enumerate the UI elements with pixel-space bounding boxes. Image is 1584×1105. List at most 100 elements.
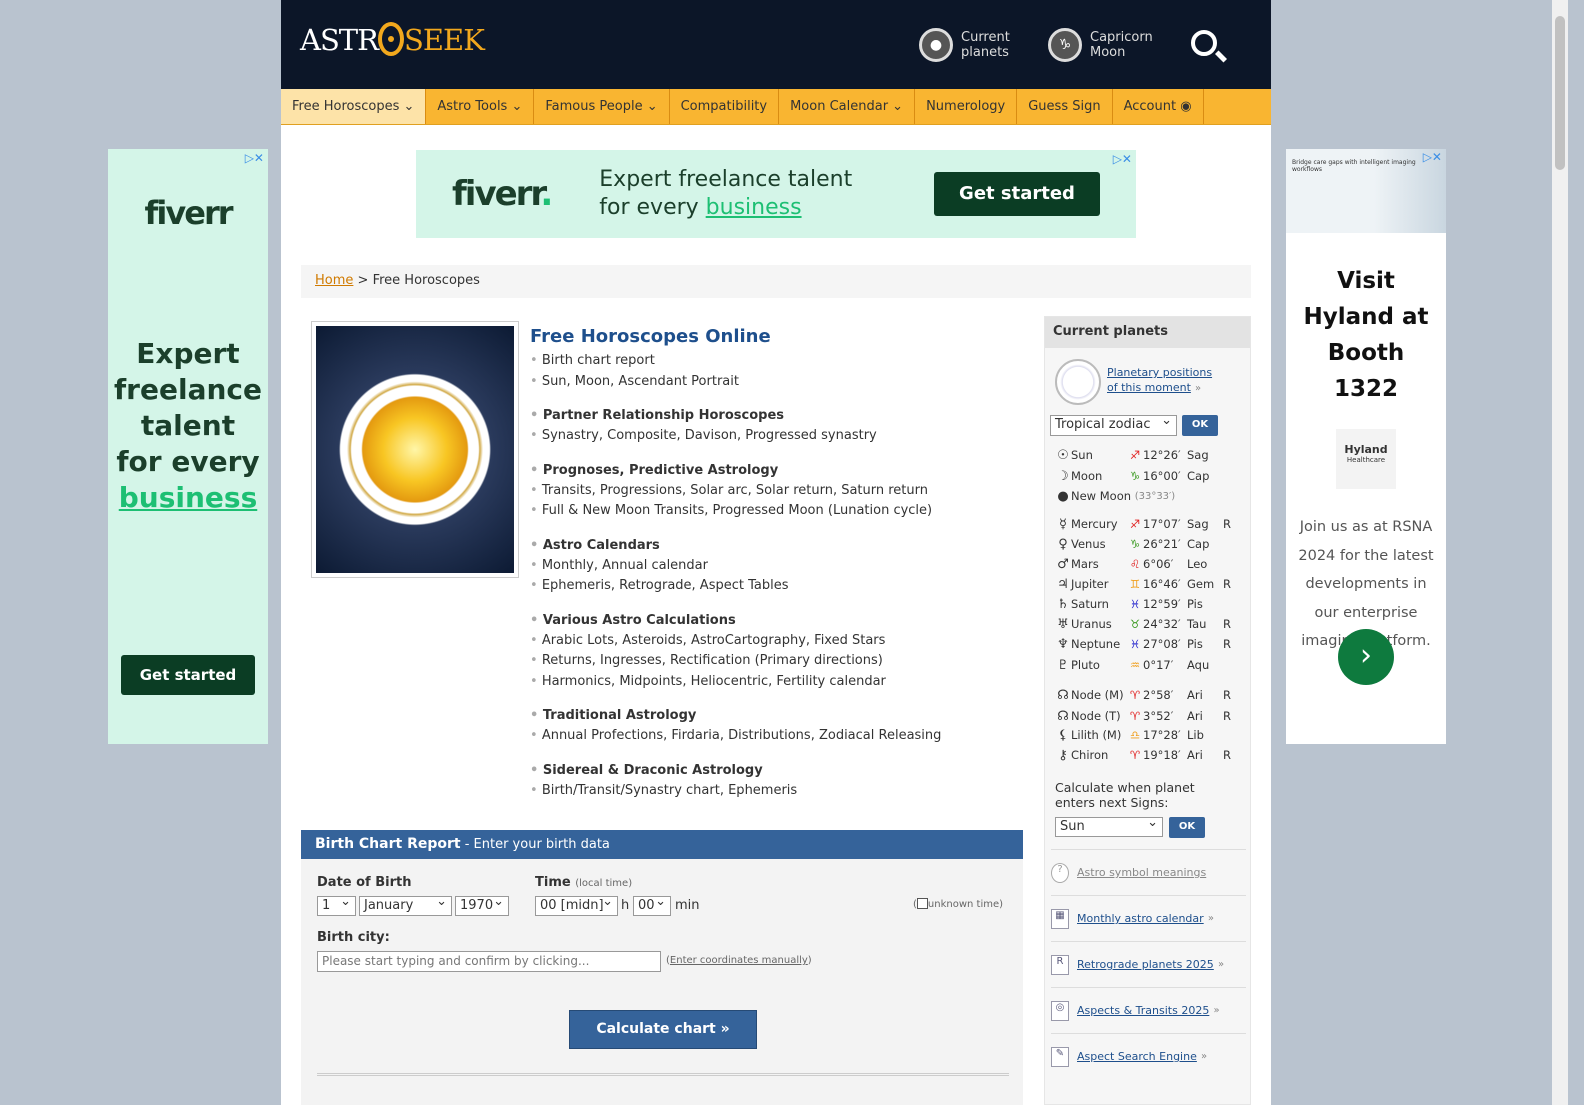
divider [317,1073,1009,1076]
month-select[interactable]: January [359,894,452,916]
planet-row: ♆ Neptune ♓ 27°08′ Pis R [1055,634,1245,654]
group-heading[interactable]: Astro Calendars [530,536,1010,556]
nav-guess-sign[interactable]: Guess Sign [1017,89,1113,124]
horoscope-group: Various Astro CalculationsArabic Lots, A… [530,611,1010,693]
horoscope-list: Free Horoscopes Online Birth chart repor… [530,326,1010,815]
account-icon: ◉ [1180,99,1192,114]
zodiac-ok-button[interactable]: OK [1182,415,1218,436]
fiverr-logo: fiverr. [452,174,553,214]
capricorn-icon: ♑ [1048,28,1082,62]
planet-glyph-icon: ☿ [1059,516,1067,532]
sidebar-link-icon: ◎ [1051,1000,1069,1021]
nav-free-horoscopes[interactable]: Free Horoscopes ⌄ [281,89,427,124]
sidebar-link[interactable]: ◎ Aspects & Transits 2025 » [1051,987,1246,1033]
sidebar-link[interactable]: ▦ Monthly astro calendar » [1051,895,1246,941]
header: ASTR SEEK ● Current planets ♑ Capricorn Moon [281,0,1271,89]
day-select[interactable]: 1 [317,894,356,916]
group-heading[interactable]: Traditional Astrology [530,706,1010,726]
horoscope-group: Traditional AstrologyAnnual Profections,… [530,706,1010,747]
horoscope-link[interactable]: Birth/Transit/Synastry chart, Ephemeris [530,781,1010,802]
nav-astro-tools[interactable]: Astro Tools ⌄ [426,89,535,124]
capricorn-moon-link[interactable]: ♑ Capricorn Moon [1048,28,1153,62]
horoscope-link[interactable]: Sun, Moon, Ascendant Portrait [530,372,1010,393]
sidebar-link[interactable]: ? Astro symbol meanings [1051,849,1246,895]
horoscope-group: Sidereal & Draconic AstrologyBirth/Trans… [530,761,1010,802]
horoscope-link[interactable]: Synastry, Composite, Davison, Progressed… [530,426,1010,447]
logo[interactable]: ASTR SEEK [300,22,485,57]
breadcrumb-home[interactable]: Home [315,273,353,288]
hyland-logo: Hyland Healthcare [1336,429,1396,489]
zodiac-sign-icon: ♎ [1129,728,1141,742]
planet-row: ♀ Venus ♑ 26°21′ Cap [1055,534,1245,554]
left-ad[interactable]: ▷✕ fiverr Expert freelance talent for every… [108,149,268,744]
planet-row: ♃ Jupiter ♊ 16°46′ Gem R [1055,574,1245,594]
ad-close-icon[interactable]: ▷✕ [1423,150,1442,164]
retrograde-flag: R [1223,577,1231,591]
year-select[interactable]: 1970 [455,894,509,916]
breadcrumb: Home > Free Horoscopes [301,265,1251,298]
horoscope-link[interactable]: Birth chart report [530,351,1010,372]
right-ad[interactable]: Bridge care gaps with intelligent imagin… [1286,149,1446,744]
chevron-right-icon[interactable]: › [1338,629,1394,685]
horoscope-link[interactable]: Ephemeris, Retrograde, Aspect Tables [530,576,1010,597]
horoscope-link[interactable]: Monthly, Annual calendar [530,556,1010,577]
nav-numerology[interactable]: Numerology [915,89,1018,124]
left-ad-get-started-button[interactable]: Get started [121,655,255,695]
current-planets-link[interactable]: ● Current planets [919,28,1010,62]
enter-coordinates-link[interactable]: Enter coordinates manually [670,955,808,966]
zodiac-sign-icon: ♑ [1129,469,1141,483]
horoscope-link[interactable]: Harmonics, Midpoints, Heliocentric, Fert… [530,672,1010,693]
zodiac-sign-icon: ♈ [1129,688,1141,702]
next-sign-ok-button[interactable]: OK [1169,817,1205,838]
planet-glyph-icon: ♂ [1057,556,1069,572]
horoscope-link[interactable]: Returns, Ingresses, Rectification (Prima… [530,651,1010,672]
current-planets-panel: Current planets Planetary positions of th… [1044,316,1251,1105]
sidebar-link[interactable]: R Retrograde planets 2025 » [1051,941,1246,987]
planet-glyph-icon: ♃ [1057,576,1069,592]
nav-account[interactable]: Account ◉ [1113,89,1204,124]
birth-city-input[interactable]: Please start typing and confirm by click… [317,951,661,972]
ad-close-icon[interactable]: ▷✕ [245,151,264,165]
next-sign-planet-select[interactable]: Sun [1055,815,1163,837]
zodiac-sign-icon: ♉ [1129,617,1141,631]
scrollbar-thumb[interactable] [1555,16,1565,170]
ad-get-started-button[interactable]: Get started [934,172,1100,216]
logo-eye-icon [378,22,404,56]
planet-glyph-icon: ⚷ [1058,747,1068,763]
page: ASTR SEEK ● Current planets ♑ Capricorn Moon … [281,0,1271,1105]
planet-row: ☿ Mercury ♐ 17°07′ Sag R [1055,514,1245,534]
planet-glyph-icon: ☽ [1057,468,1069,484]
nav-moon-calendar[interactable]: Moon Calendar ⌄ [779,89,916,124]
minute-select[interactable]: 00 [633,894,671,916]
zodiac-sign-icon: ♈ [1129,748,1141,762]
hour-select[interactable]: 00 [midn] [535,894,618,916]
zodiac-sign-icon: ♑ [1129,537,1141,551]
zodiac-sign-icon: ♌ [1129,557,1141,571]
horoscope-link[interactable]: Annual Profections, Firdaria, Distributi… [530,726,1010,747]
nav-compatibility[interactable]: Compatibility [670,89,780,124]
planet-row: ♂ Mars ♌ 6°06′ Leo [1055,554,1245,574]
group-heading[interactable]: Various Astro Calculations [530,611,1010,631]
calculate-chart-button[interactable]: Calculate chart » [569,1010,757,1049]
top-ad[interactable]: ▷✕ fiverr. Expert freelance talent for e… [416,150,1136,238]
horoscope-link[interactable]: Transits, Progressions, Solar arc, Solar… [530,481,1010,502]
retrograde-flag: R [1223,688,1231,702]
sidebar-link[interactable]: ✎ Aspect Search Engine » [1051,1033,1246,1079]
group-heading[interactable]: Prognoses, Predictive Astrology [530,461,1010,481]
horoscope-link[interactable]: Full & New Moon Transits, Progressed Moo… [530,501,1010,522]
new-moon-icon: ● [1057,488,1069,504]
group-heading[interactable]: Partner Relationship Horoscopes [530,406,1010,426]
zodiac-select[interactable]: Tropical zodiac [1050,413,1177,436]
checkbox[interactable] [916,898,928,909]
nav-famous-people[interactable]: Famous People ⌄ [534,89,670,124]
horoscope-group: Partner Relationship HoroscopesSynastry,… [530,406,1010,447]
zodiac-sign-icon: ♈ [1129,709,1141,723]
planet-row: ♇ Pluto ♒ 0°17′ Aqu [1055,655,1245,675]
search-icon[interactable] [1191,30,1217,56]
scrollbar[interactable] [1552,0,1568,1105]
unknown-time-checkbox[interactable]: (unknown time) [913,898,1003,910]
ad-close-icon[interactable]: ▷✕ [1113,152,1132,166]
group-heading[interactable]: Sidereal & Draconic Astrology [530,761,1010,781]
zodiac-sign-icon: ♓ [1129,637,1141,651]
horoscope-link[interactable]: Arabic Lots, Asteroids, AstroCartography… [530,631,1010,652]
